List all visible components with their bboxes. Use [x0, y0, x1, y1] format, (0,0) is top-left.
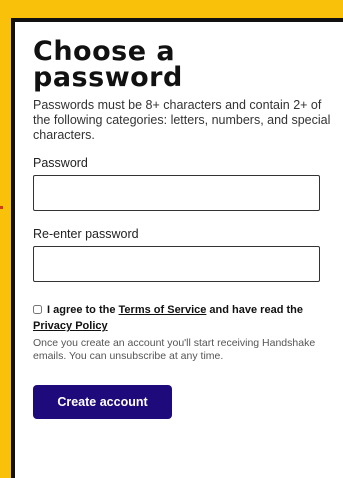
page-title: Choose a password — [33, 36, 183, 93]
reenter-password-label: Re-enter password — [33, 227, 139, 241]
terms-agreement: I agree to the Terms of Service and have… — [33, 302, 333, 334]
terms-of-service-link[interactable]: Terms of Service — [119, 304, 207, 316]
password-form: Choose a password Passwords must be 8+ c… — [33, 36, 333, 419]
create-account-button[interactable]: Create account — [33, 385, 172, 419]
edge-marker — [0, 206, 3, 209]
agree-prefix-text: I agree to the — [47, 304, 119, 316]
password-requirements: Passwords must be 8+ characters and cont… — [33, 98, 331, 142]
agree-middle-text: and have read the — [206, 304, 303, 316]
password-input[interactable] — [33, 175, 320, 211]
reenter-password-input[interactable] — [33, 246, 320, 282]
privacy-policy-link[interactable]: Privacy Policy — [33, 320, 108, 332]
password-label: Password — [33, 156, 88, 170]
signup-card: Choose a password Passwords must be 8+ c… — [11, 18, 343, 478]
email-notice: Once you create an account you'll start … — [33, 337, 316, 362]
terms-checkbox[interactable] — [33, 305, 42, 314]
page-background: { "form": { "title": "Choose a password"… — [0, 0, 343, 478]
